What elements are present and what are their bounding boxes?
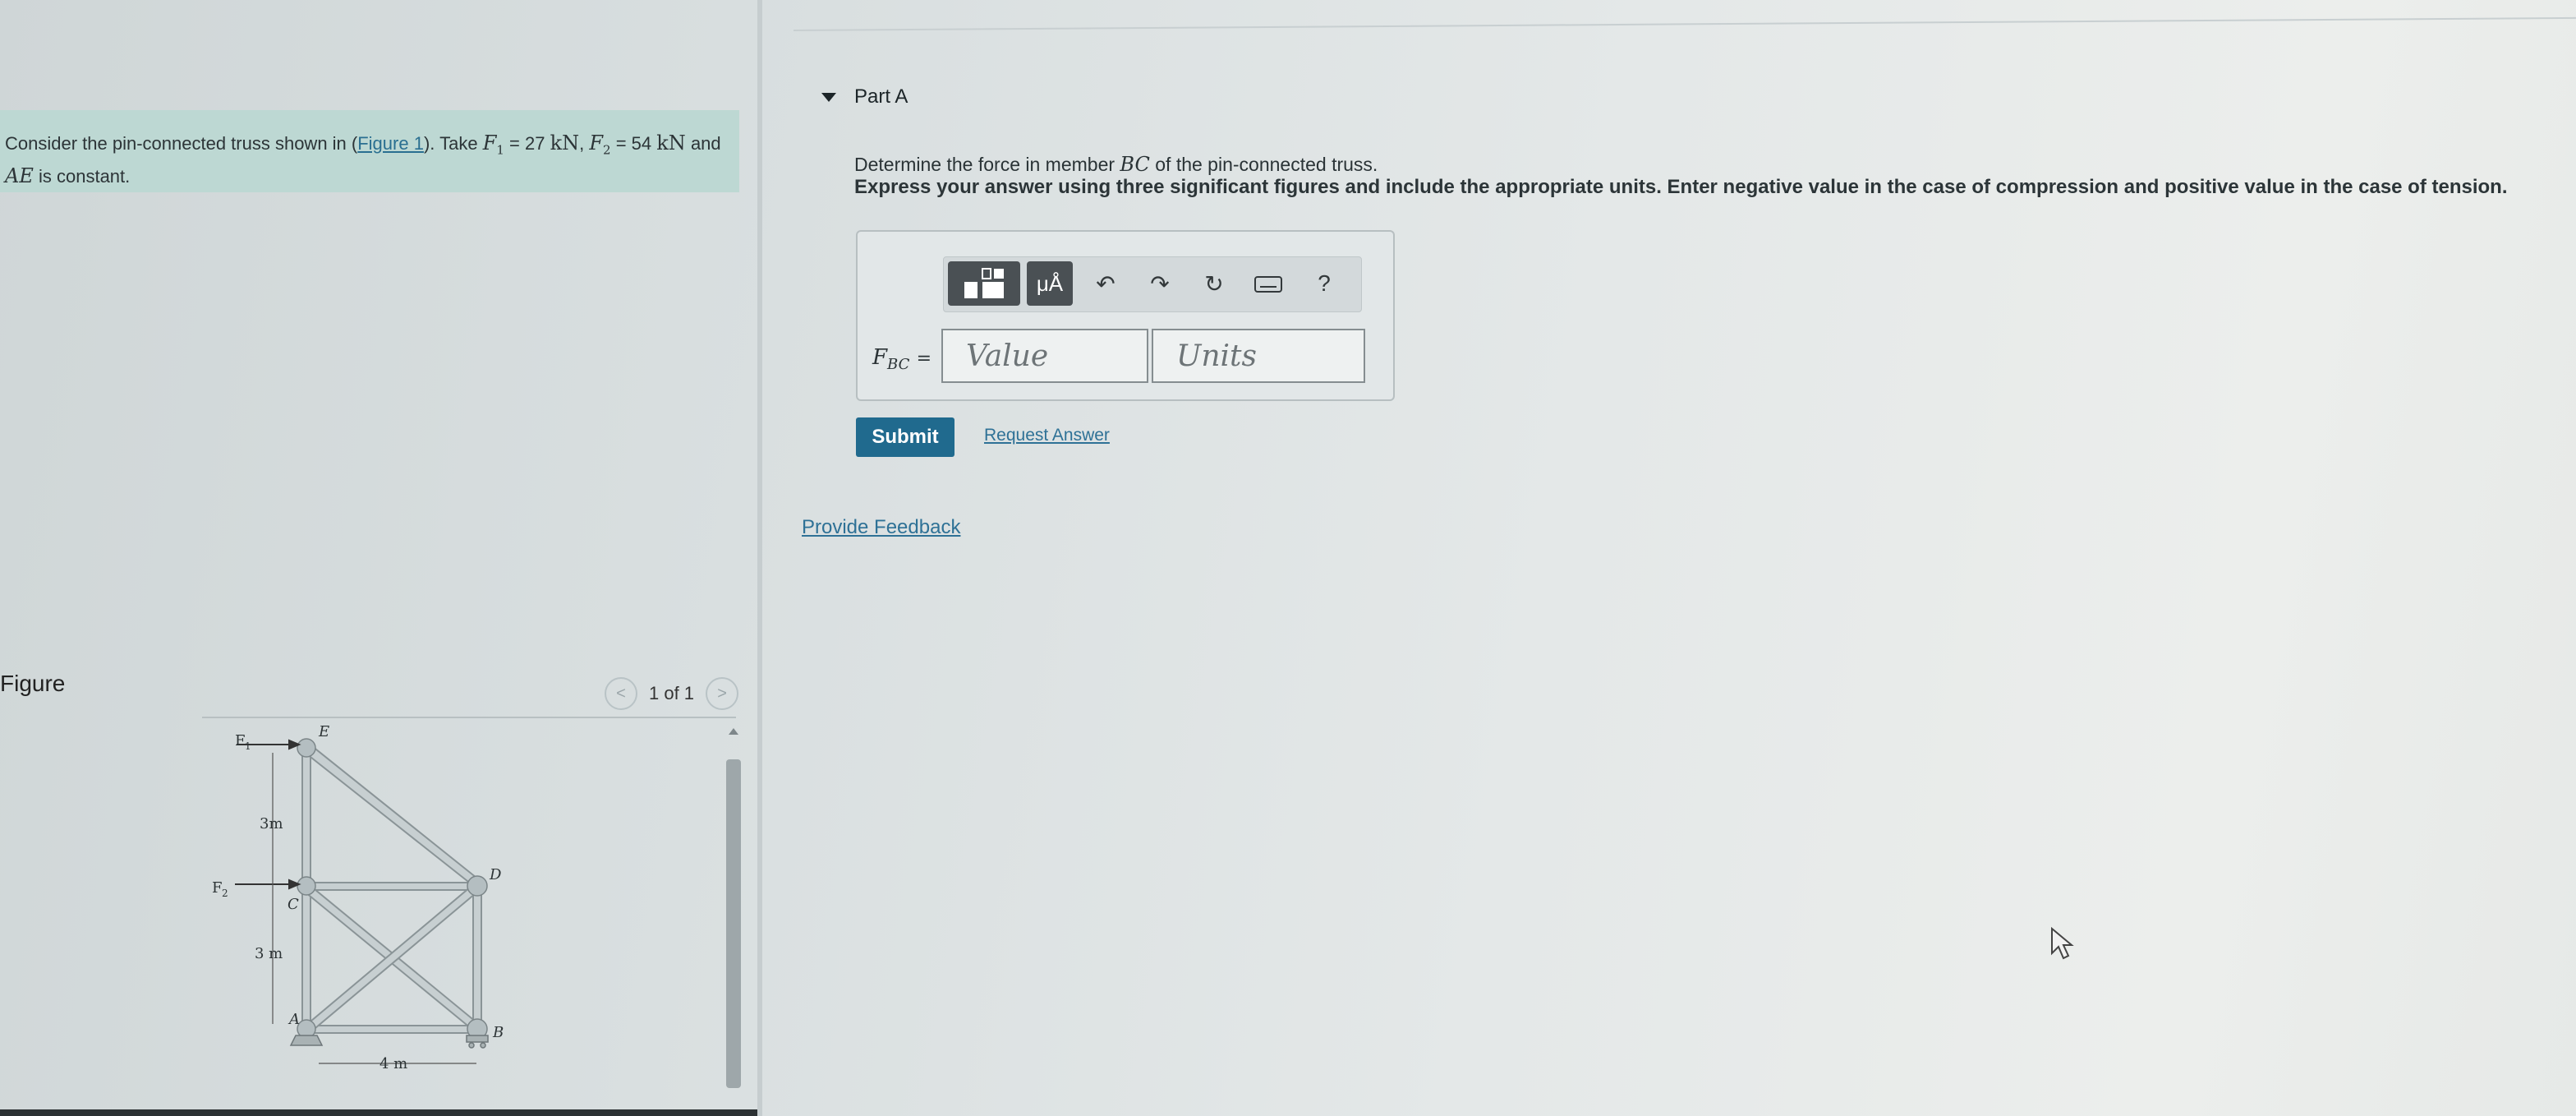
question-pre: Determine the force in member: [854, 154, 1116, 175]
templates-icon[interactable]: [948, 261, 1020, 306]
undo-icon[interactable]: ↶: [1088, 261, 1124, 306]
help-button[interactable]: ?: [1308, 261, 1341, 306]
collapse-caret-icon[interactable]: [821, 92, 836, 102]
scrollbar-thumb[interactable]: [726, 759, 741, 1088]
label-f1-sub: 1: [245, 740, 251, 752]
next-figure-button[interactable]: >: [706, 677, 739, 710]
prev-figure-button[interactable]: <: [605, 677, 637, 710]
submit-button[interactable]: Submit: [856, 417, 954, 457]
f2-value: = 54: [615, 133, 652, 154]
templates-glyph: [964, 268, 1004, 298]
member-ed: [301, 741, 482, 889]
f2-symbol: F: [589, 131, 604, 154]
member-cd: [306, 882, 478, 891]
label-b: B: [492, 1024, 504, 1041]
keyboard-glyph: [1254, 276, 1282, 293]
joint-c: [297, 876, 316, 896]
problem-text-after: ). Take: [423, 133, 478, 154]
label-dim-3m-lower: 3 m: [255, 945, 283, 962]
member-ab: [306, 1025, 478, 1034]
f1-symbol: F: [482, 131, 497, 154]
f2-subscript: 2: [603, 142, 611, 158]
request-answer-link[interactable]: Request Answer: [984, 426, 1110, 445]
joint-d: [467, 875, 488, 897]
reset-icon[interactable]: ↻: [1196, 261, 1232, 306]
provide-feedback-link[interactable]: Provide Feedback: [802, 516, 960, 539]
bottom-edge: [0, 1109, 757, 1116]
answer-label-eq: =: [916, 348, 932, 369]
answer-label-f: F: [872, 345, 888, 370]
joint-e: [297, 738, 316, 758]
problem-statement: Consider the pin-connected truss shown i…: [5, 131, 721, 188]
pin-support-a: [289, 1035, 324, 1046]
truss-figure: F 1 F 2 E D C A B 3m 3 m 4 m: [212, 723, 504, 1072]
redo-icon[interactable]: ↷: [1142, 261, 1178, 306]
header-rule: [793, 16, 2576, 31]
label-c: C: [288, 896, 299, 913]
part-a-header[interactable]: Part A: [821, 85, 908, 108]
panel-divider[interactable]: [757, 0, 762, 1116]
label-d: D: [489, 866, 502, 883]
label-e: E: [318, 723, 329, 740]
f1-subscript: 1: [496, 142, 504, 158]
units-input[interactable]: Units: [1152, 329, 1365, 383]
answer-label-sub: BC: [887, 356, 910, 374]
label-dim-3m-upper: 3m: [260, 815, 283, 832]
pager-text: 1 of 1: [649, 683, 695, 703]
problem-text-before: Consider the pin-connected truss shown i…: [5, 133, 358, 154]
figure-pager: < 1 of 1 >: [605, 677, 739, 710]
label-a: A: [288, 1011, 300, 1028]
label-dim-4m: 4 m: [380, 1055, 407, 1072]
figure-divider: [202, 717, 736, 718]
figure-heading: Figure: [0, 671, 66, 696]
units-button[interactable]: μÅ: [1027, 261, 1073, 306]
label-f2-sub: 2: [222, 888, 228, 899]
value-input[interactable]: Value: [941, 329, 1148, 383]
figure-link[interactable]: Figure 1: [357, 133, 424, 154]
part-title: Part A: [854, 85, 908, 108]
ae-text: is constant.: [38, 166, 131, 187]
member-db: [472, 883, 482, 1033]
answer-label: FBC =: [872, 345, 932, 373]
scroll-up-arrow[interactable]: [729, 728, 738, 735]
f1-unit: kN: [550, 131, 580, 154]
f1-value: = 27: [509, 133, 545, 154]
question-text: Determine the force in member BC of the …: [854, 153, 1378, 176]
member-symbol: BC: [1120, 153, 1150, 176]
mouse-pointer-icon: [2051, 927, 2074, 960]
roller-support-b: [466, 1035, 489, 1043]
answer-instructions: Express your answer using three signific…: [854, 176, 2508, 198]
and-text: and: [690, 133, 721, 154]
question-post: of the pin-connected truss.: [1155, 154, 1378, 175]
keyboard-icon[interactable]: [1250, 261, 1286, 306]
ae-symbol: AE: [5, 164, 34, 188]
label-f2: F: [212, 879, 223, 897]
label-f1: F: [235, 732, 246, 749]
f2-unit: kN: [656, 131, 686, 154]
